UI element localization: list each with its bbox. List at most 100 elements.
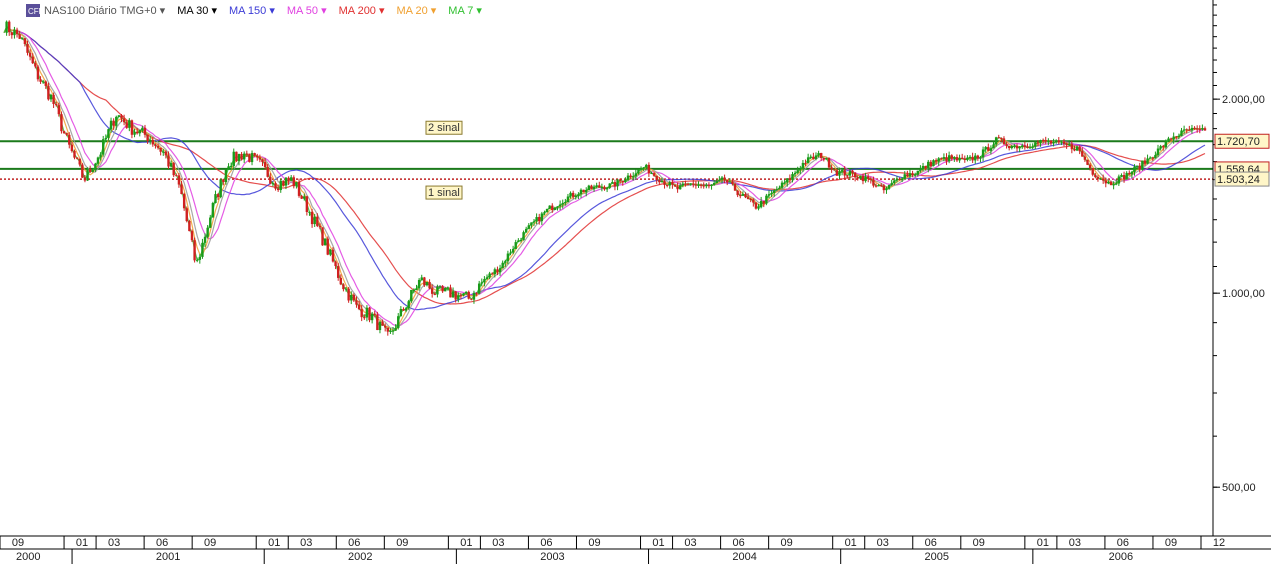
candle-body bbox=[757, 207, 760, 209]
candle-body bbox=[663, 181, 666, 185]
candle-body bbox=[1104, 180, 1107, 184]
candle-body bbox=[950, 155, 953, 159]
candle-body bbox=[5, 21, 8, 33]
candle-body bbox=[963, 159, 966, 161]
candle-body bbox=[125, 122, 128, 128]
candle-body bbox=[820, 152, 823, 158]
legend-item-label[interactable]: MA 50 ▾ bbox=[287, 5, 327, 17]
candle-body bbox=[971, 156, 974, 161]
legend-item-label[interactable]: MA 30 ▾ bbox=[177, 5, 217, 17]
legend-item-ma-20[interactable]: MA 20 ▾ bbox=[397, 5, 437, 17]
candle-body bbox=[1057, 140, 1060, 143]
candle-body bbox=[75, 157, 79, 159]
candle-body bbox=[1120, 175, 1123, 177]
candle-body bbox=[880, 185, 883, 187]
candle-body bbox=[744, 194, 747, 198]
candle-body bbox=[665, 184, 669, 186]
candle-body bbox=[347, 288, 350, 301]
candle-body bbox=[504, 261, 507, 263]
candle-body bbox=[415, 288, 418, 290]
candle-body bbox=[866, 176, 870, 179]
candle-body bbox=[485, 277, 489, 280]
legend-item-label[interactable]: MA 150 ▾ bbox=[229, 5, 275, 17]
candle-body bbox=[295, 182, 298, 187]
candle bbox=[754, 201, 758, 210]
time-year-label: 2004 bbox=[732, 551, 756, 563]
candle-body bbox=[702, 185, 705, 187]
candle-body bbox=[1133, 166, 1136, 172]
candle-body bbox=[141, 127, 144, 131]
candle-body bbox=[313, 216, 316, 225]
candle-body bbox=[624, 179, 627, 182]
legend-item-ma-7[interactable]: MA 7 ▾ bbox=[448, 5, 482, 17]
time-month-label: 01 bbox=[460, 537, 472, 549]
candle bbox=[1086, 159, 1089, 166]
time-month-label: 01 bbox=[845, 537, 857, 549]
candle-body bbox=[754, 202, 758, 209]
candle-body bbox=[553, 207, 557, 210]
candle-body bbox=[23, 38, 27, 45]
candle-body bbox=[94, 163, 97, 171]
candle-body bbox=[694, 184, 698, 186]
time-month-label: 03 bbox=[1069, 537, 1081, 549]
candle-body bbox=[423, 277, 426, 286]
candle-body bbox=[253, 153, 256, 156]
legend-item-ma-50[interactable]: MA 50 ▾ bbox=[287, 5, 327, 17]
candle-body bbox=[618, 179, 622, 181]
legend-item-label[interactable]: MA 7 ▾ bbox=[448, 5, 482, 17]
candle-body bbox=[1115, 183, 1118, 185]
candle-body bbox=[793, 172, 797, 175]
candle bbox=[182, 192, 186, 211]
symbol-label[interactable]: NAS100 Diário TMG+0 ▾ bbox=[44, 5, 166, 17]
candle-body bbox=[96, 157, 100, 164]
time-month-label: 06 bbox=[540, 537, 552, 549]
candle-body bbox=[548, 205, 551, 209]
candle-body bbox=[1138, 165, 1141, 170]
candle-body bbox=[143, 127, 147, 135]
candle bbox=[582, 189, 585, 193]
candle-body bbox=[36, 66, 40, 80]
candle-body bbox=[1023, 145, 1027, 147]
candle-body bbox=[1175, 136, 1178, 138]
candle-body bbox=[791, 174, 794, 180]
candle-body bbox=[224, 169, 228, 183]
candle-body bbox=[898, 178, 901, 180]
candle-body bbox=[765, 195, 768, 204]
candle bbox=[36, 64, 40, 82]
legend-item-label[interactable]: MA 200 ▾ bbox=[339, 5, 385, 17]
candle-body bbox=[389, 330, 392, 332]
candle-body bbox=[232, 151, 235, 166]
candle-body bbox=[209, 217, 212, 228]
candle-body bbox=[1146, 158, 1149, 164]
candle bbox=[323, 238, 327, 246]
candle-body bbox=[739, 195, 742, 197]
candle-body bbox=[1002, 138, 1006, 145]
candle-body bbox=[383, 325, 387, 328]
candle-body bbox=[491, 273, 494, 275]
candle-body bbox=[566, 196, 570, 203]
candle-body bbox=[1185, 129, 1188, 131]
time-month-label: 03 bbox=[492, 537, 504, 549]
candle-body bbox=[1013, 145, 1016, 147]
candle-body bbox=[966, 157, 969, 161]
candle-body bbox=[545, 208, 549, 213]
legend-item-ma-30[interactable]: MA 30 ▾ bbox=[177, 5, 217, 17]
candle-body bbox=[151, 139, 155, 145]
candle-body bbox=[404, 308, 408, 311]
candle-body bbox=[587, 185, 591, 191]
candle-body bbox=[102, 139, 105, 155]
candle-body bbox=[626, 175, 630, 180]
candle-body bbox=[968, 156, 972, 158]
legend-item-label[interactable]: MA 20 ▾ bbox=[397, 5, 437, 17]
legend-item-ma-150[interactable]: MA 150 ▾ bbox=[229, 5, 275, 17]
candle-body bbox=[167, 155, 170, 167]
candle-body bbox=[425, 282, 429, 286]
candle-body bbox=[39, 79, 42, 82]
candle-body bbox=[391, 330, 395, 332]
candle-body bbox=[26, 44, 29, 53]
candle-body bbox=[365, 307, 369, 318]
candle-body bbox=[219, 179, 222, 198]
legend-item-ma-200[interactable]: MA 200 ▾ bbox=[339, 5, 385, 17]
candle-body bbox=[1062, 141, 1066, 144]
candle-body bbox=[1021, 145, 1024, 147]
